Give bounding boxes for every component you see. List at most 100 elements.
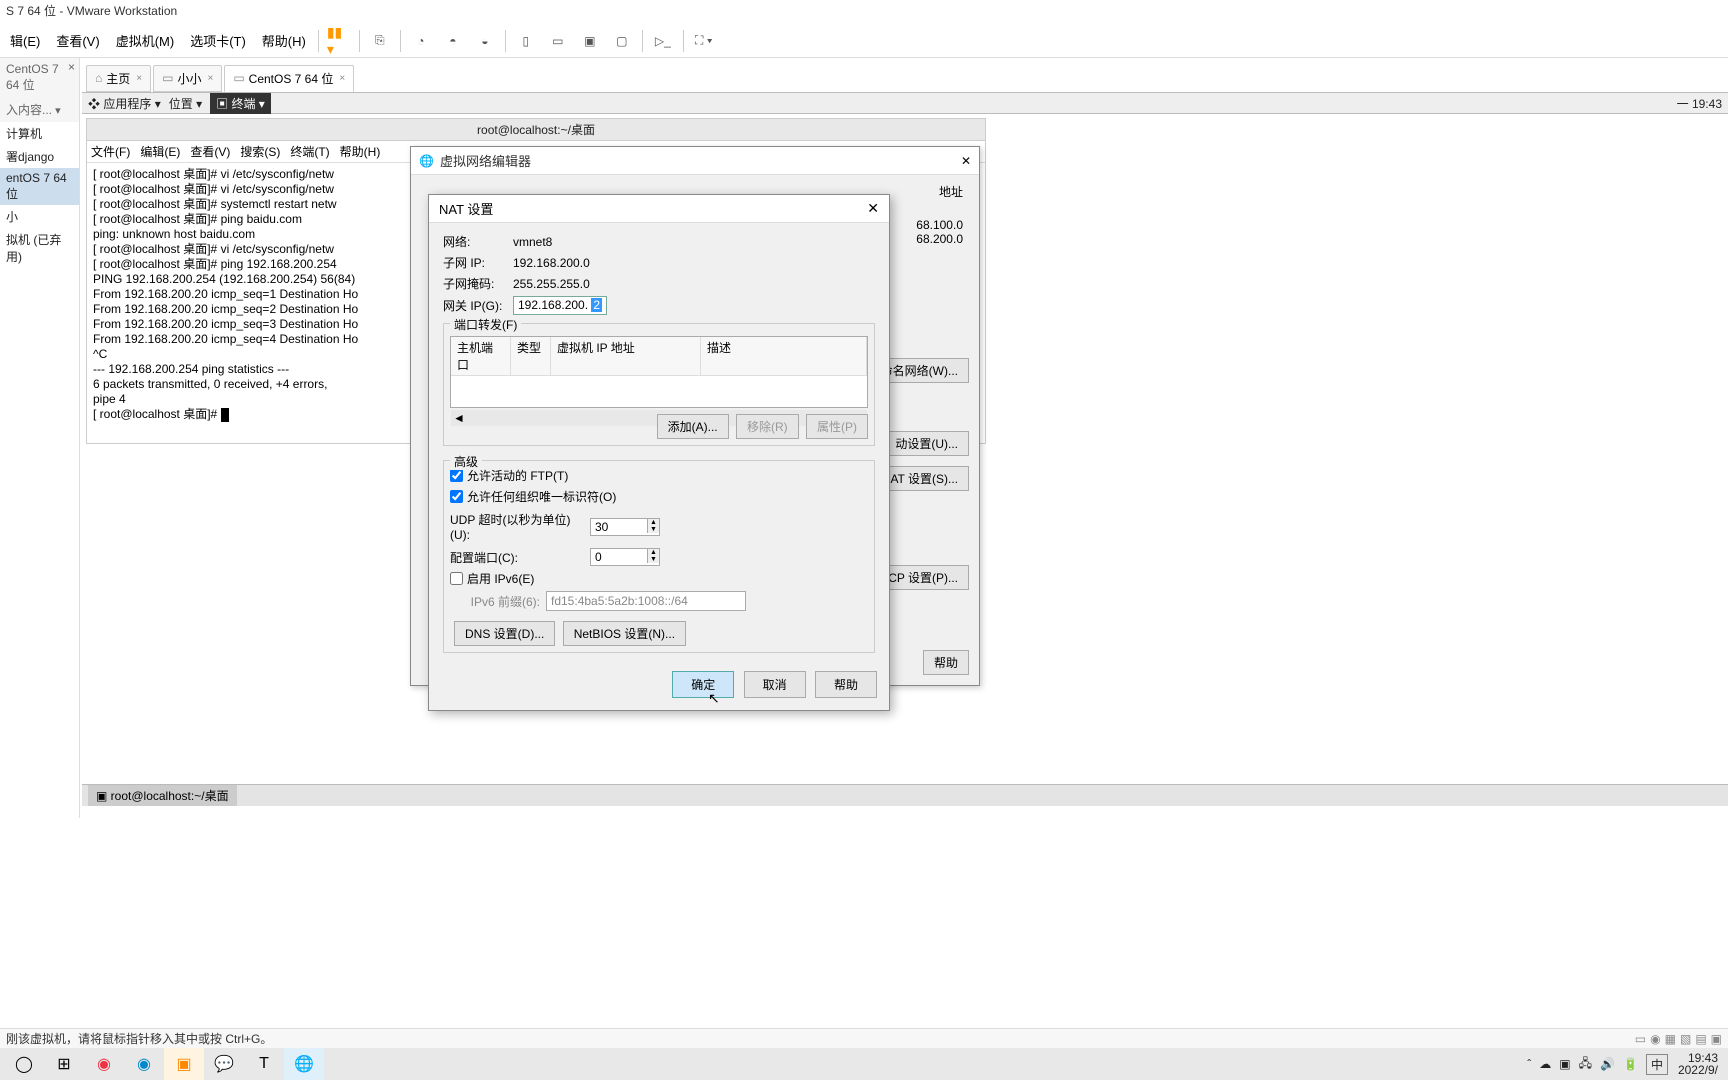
udp-timeout-spinner[interactable]: ▲▼ — [590, 518, 660, 536]
close-icon[interactable]: ✕ — [867, 200, 879, 217]
netbios-settings-button[interactable]: NetBIOS 设置(N)... — [563, 621, 686, 646]
chrome-icon[interactable]: ◉ — [84, 1048, 124, 1080]
udp-timeout-label: UDP 超时(以秒为单位)(U): — [450, 511, 590, 542]
ime-indicator[interactable]: 中 — [1646, 1054, 1668, 1075]
menu-help[interactable]: 帮助(H) — [254, 27, 314, 54]
tray-network-icon[interactable]: 🖧 — [1579, 1054, 1592, 1075]
term-menu-terminal[interactable]: 终端(T) — [290, 143, 329, 160]
udp-timeout-input[interactable] — [591, 519, 647, 535]
device-icon[interactable]: ▧ — [1680, 1032, 1691, 1046]
gnome-taskbar: ▣ root@localhost:~/桌面 — [82, 784, 1728, 806]
term-menu-view[interactable]: 查看(V) — [190, 143, 230, 160]
spin-up-icon[interactable]: ▲ — [647, 549, 659, 556]
config-port-label: 配置端口(C): — [450, 549, 590, 566]
dhcp-settings-button[interactable]: CP 设置(P)... — [877, 565, 969, 590]
tab-vm1[interactable]: ▭小小× — [153, 65, 222, 92]
library-item[interactable]: 拟机 (已弃用) — [0, 228, 79, 268]
spin-down-icon[interactable]: ▼ — [647, 526, 659, 533]
close-icon[interactable]: × — [339, 73, 345, 84]
vm-icon: ▭ — [233, 71, 244, 85]
fullscreen-icon[interactable]: ⛶ ▾ — [692, 29, 716, 53]
device-icon[interactable]: ▦ — [1665, 1032, 1676, 1046]
tray-volume-icon[interactable]: 🔊 — [1600, 1057, 1615, 1071]
auto-settings-button[interactable]: 动设置(U)... — [884, 431, 969, 456]
textapp-icon[interactable]: T — [244, 1048, 284, 1080]
taskbar-clock[interactable]: 19:43 2022/9/ — [1672, 1052, 1724, 1076]
allow-active-ftp-checkbox[interactable] — [450, 469, 463, 482]
spin-up-icon[interactable]: ▲ — [647, 519, 659, 526]
dns-settings-button[interactable]: DNS 设置(D)... — [454, 621, 555, 646]
ok-button[interactable]: 确定 — [672, 671, 734, 698]
close-icon[interactable]: × — [136, 73, 142, 84]
status-text: 刚该虚拟机，请将鼠标指针移入其中或按 Ctrl+G。 — [6, 1030, 272, 1047]
sidebar-close-icon[interactable]: × — [68, 60, 75, 74]
taskview-icon[interactable]: ⊞ — [44, 1048, 84, 1080]
tray-battery-icon[interactable]: 🔋 — [1623, 1057, 1638, 1071]
view-unity-icon[interactable]: ▣ — [578, 29, 602, 53]
device-icon[interactable]: ◉ — [1650, 1032, 1660, 1046]
port-forwarding-table[interactable]: 主机端口 类型 虚拟机 IP 地址 描述 ◄► — [450, 336, 868, 408]
device-icon[interactable]: ▤ — [1695, 1032, 1706, 1046]
port-forwarding-title: 端口转发(F) — [450, 316, 521, 333]
view-console-icon[interactable]: ▢ — [610, 29, 634, 53]
gnome-terminal-indicator[interactable]: ▣ 终端 ▾ — [210, 93, 271, 114]
library-item[interactable]: entOS 7 64 位 — [0, 168, 79, 205]
vmware-icon[interactable]: ▣ — [164, 1048, 204, 1080]
view-single-icon[interactable]: ▯ — [514, 29, 538, 53]
library-item[interactable]: 署django — [0, 145, 79, 168]
add-button[interactable]: 添加(A)... — [657, 414, 729, 439]
nat-settings-button[interactable]: AT 设置(S)... — [879, 466, 969, 491]
menu-tabs[interactable]: 选项卡(T) — [182, 27, 254, 54]
gnome-places[interactable]: 位置 ▾ — [169, 95, 202, 112]
snapshot-manage-icon[interactable]: ◓ — [441, 29, 465, 53]
ipv6-prefix-input[interactable] — [546, 591, 746, 611]
term-menu-edit[interactable]: 编辑(E) — [140, 143, 180, 160]
vne-titlebar[interactable]: 🌐 虚拟网络编辑器 ✕ — [411, 147, 979, 175]
close-icon[interactable]: ✕ — [961, 154, 971, 168]
spin-down-icon[interactable]: ▼ — [647, 556, 659, 563]
tray-chevron-icon[interactable]: ˆ — [1527, 1057, 1531, 1071]
term-menu-search[interactable]: 搜索(S) — [240, 143, 280, 160]
library-item[interactable]: 小 — [0, 205, 79, 228]
enable-ipv6-checkbox[interactable] — [450, 572, 463, 585]
edge-icon[interactable]: ◉ — [124, 1048, 164, 1080]
wechat-icon[interactable]: 💬 — [204, 1048, 244, 1080]
console-icon[interactable]: ▷_ — [651, 29, 675, 53]
allow-oui-checkbox[interactable] — [450, 490, 463, 503]
menu-view[interactable]: 查看(V) — [48, 27, 107, 54]
help-button[interactable]: 帮助 — [923, 650, 969, 675]
network-label: 网络: — [443, 233, 513, 250]
help-button[interactable]: 帮助 — [815, 671, 877, 698]
config-port-spinner[interactable]: ▲▼ — [590, 548, 660, 566]
gateway-ip-input[interactable]: 192.168.200. 2 — [513, 296, 607, 315]
start-icon[interactable]: ◯ — [4, 1048, 44, 1080]
send-keys-icon[interactable]: ⎘ — [368, 29, 392, 53]
snapshot-icon[interactable]: ◔ — [409, 29, 433, 53]
sidebar-search[interactable]: 入内容... ▾ — [0, 97, 79, 122]
device-icon[interactable]: ▭ — [1635, 1032, 1646, 1046]
advanced-group: 高级 允许活动的 FTP(T) 允许任何组织唯一标识符(O) UDP 超时(以秒… — [443, 460, 875, 653]
tray-cloud-icon[interactable]: ☁ — [1539, 1057, 1551, 1071]
gnome-apps[interactable]: ❖ 应用程序 ▾ — [88, 95, 161, 112]
pause-icon[interactable]: ▮▮ ▾ — [327, 29, 351, 53]
menu-edit[interactable]: 辑(E) — [2, 27, 48, 54]
scroll-left-icon[interactable]: ◄ — [453, 411, 465, 425]
config-port-input[interactable] — [591, 549, 647, 565]
running-app-terminal[interactable]: ▣ root@localhost:~/桌面 — [88, 785, 237, 806]
sidebar-title-partial: CentOS 7 64 位 — [6, 62, 59, 92]
library-item[interactable]: 计算机 — [0, 122, 79, 145]
browser-icon[interactable]: 🌐 — [284, 1048, 324, 1080]
menu-vm[interactable]: 虚拟机(M) — [108, 27, 183, 54]
nat-titlebar[interactable]: NAT 设置 ✕ — [429, 195, 889, 223]
snapshot-revert-icon[interactable]: ◒ — [473, 29, 497, 53]
close-icon[interactable]: × — [207, 73, 213, 84]
device-icon[interactable]: ▣ — [1711, 1032, 1722, 1046]
term-menu-help[interactable]: 帮助(H) — [340, 143, 381, 160]
tray-onedrive-icon[interactable]: ▣ — [1559, 1057, 1570, 1071]
cancel-button[interactable]: 取消 — [744, 671, 806, 698]
term-menu-file[interactable]: 文件(F) — [91, 143, 130, 160]
tab-vm2[interactable]: ▭CentOS 7 64 位× — [224, 65, 354, 92]
globe-icon: 🌐 — [419, 154, 434, 168]
tab-home[interactable]: ⌂主页× — [86, 65, 151, 92]
view-split-icon[interactable]: ▭ — [546, 29, 570, 53]
